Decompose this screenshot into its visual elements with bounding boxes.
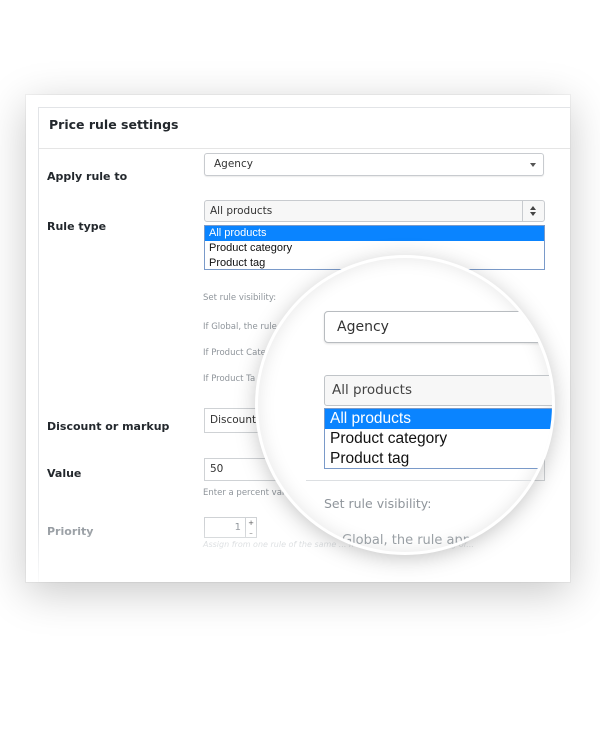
rule-type-label: Rule type (47, 220, 107, 233)
magnified-option-product-category: Product category (330, 430, 448, 447)
rule-type-select[interactable]: All products (204, 200, 545, 222)
magnified-option-all-products: All products (325, 409, 552, 429)
priority-stepper[interactable]: + – (246, 517, 257, 538)
priority-input[interactable]: 1 (204, 517, 246, 538)
updown-arrows-icon (522, 201, 544, 221)
magnified-agency-select: Agency (324, 311, 552, 343)
magnified-value-field-edge (306, 480, 552, 481)
magnified-dropdown-list: All products Product category Product ta… (324, 408, 552, 469)
visibility-tag-line: If Product Ta (203, 374, 256, 384)
panel-header: Price rule settings (39, 108, 570, 149)
magnified-view: Agency All products All products Product… (258, 258, 552, 552)
stepper-down-icon[interactable]: – (246, 528, 256, 538)
chevron-down-icon (530, 163, 536, 167)
apply-rule-to-value: Agency (214, 158, 253, 170)
priority-label: Priority (47, 525, 94, 538)
magnified-visibility-heading: Set rule visibility: (324, 496, 432, 511)
magnified-rule-type-select: All products (324, 375, 552, 406)
discount-or-markup-label: Discount or markup (47, 420, 170, 433)
magnified-global-line: Global, the rule app (342, 533, 471, 548)
magnifier-lens: Agency All products All products Product… (258, 258, 552, 552)
visibility-category-line: If Product Cate (203, 348, 266, 358)
stepper-up-icon[interactable]: + (246, 518, 256, 528)
dropdown-option-all-products[interactable]: All products (205, 226, 544, 241)
apply-rule-to-select[interactable]: Agency (204, 153, 544, 176)
dropdown-option-product-category[interactable]: Product category (205, 241, 544, 256)
apply-rule-to-label: Apply rule to (47, 170, 128, 183)
panel-title: Price rule settings (49, 117, 179, 132)
value-label: Value (47, 467, 82, 480)
rule-type-value: All products (210, 205, 273, 217)
magnified-option-product-tag: Product tag (330, 450, 410, 467)
